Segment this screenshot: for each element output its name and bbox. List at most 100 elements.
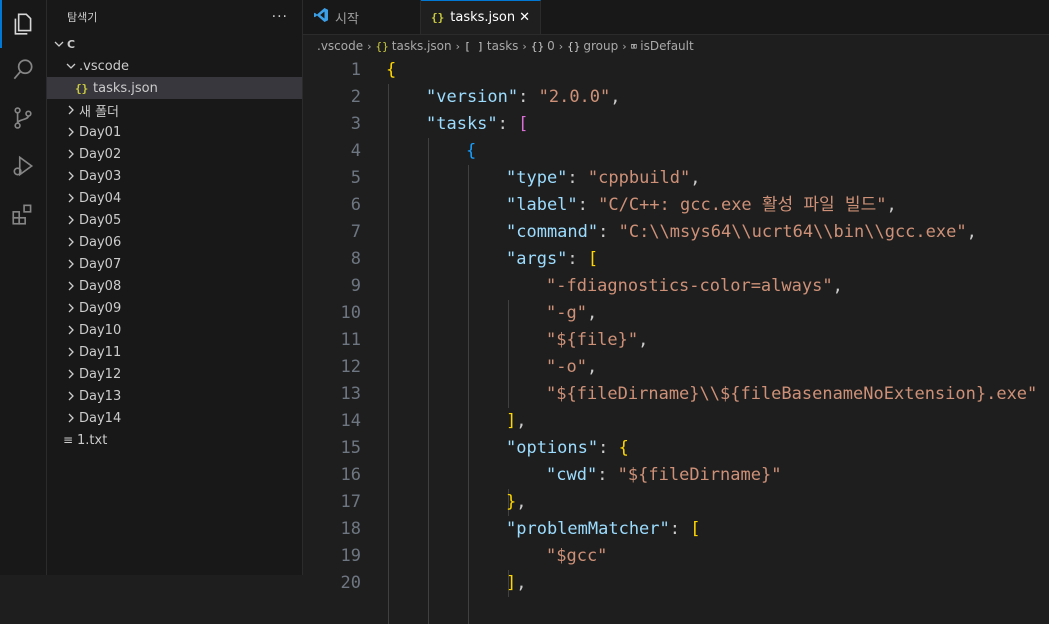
- breadcrumb-item[interactable]: {} 0: [531, 39, 555, 53]
- breadcrumb-item[interactable]: .vscode: [317, 39, 363, 53]
- breadcrumb-item[interactable]: {} group: [567, 39, 618, 53]
- chevron-right-icon: ›: [622, 39, 627, 53]
- code-text: "options": {: [386, 435, 629, 462]
- code-line[interactable]: 13 "${fileDirname}\\${fileBasenameNoExten…: [303, 381, 1049, 408]
- tree-item-label: Day09: [79, 300, 122, 316]
- line-number: 13: [340, 384, 361, 404]
- line-number: 2: [350, 87, 361, 107]
- tree-root-c[interactable]: C: [47, 33, 302, 55]
- tree-root-label: C: [67, 37, 76, 51]
- code-text: {: [386, 138, 476, 165]
- search-icon[interactable]: [0, 46, 46, 94]
- code-token: ,: [966, 222, 977, 242]
- breadcrumb-item[interactable]: ⌧ isDefault: [631, 39, 694, 53]
- tree-item[interactable]: .vscode: [47, 55, 302, 77]
- code-editor[interactable]: 1{2 "version": "2.0.0", 3 "tasks": [4{5 "typ…: [303, 57, 1049, 624]
- code-line[interactable]: 8 "args": [: [303, 246, 1049, 273]
- tree-item[interactable]: Day09: [47, 297, 302, 319]
- chevron-down-icon: [63, 61, 79, 71]
- code-token: "cppbuild": [587, 168, 691, 188]
- tree-item[interactable]: Day13: [47, 385, 302, 407]
- explorer-icon[interactable]: [0, 0, 46, 48]
- tree-item[interactable]: Day07: [47, 253, 302, 275]
- code-line[interactable]: 2 "version": "2.0.0",: [303, 84, 1049, 111]
- tree-item[interactable]: Day12: [47, 363, 302, 385]
- tab-label: tasks.json: [450, 10, 516, 25]
- code-line[interactable]: 15 "options": {: [303, 435, 1049, 462]
- code-line[interactable]: 19 "$gcc": [303, 543, 1049, 570]
- code-line[interactable]: 4{: [303, 138, 1049, 165]
- activity-bar: [0, 0, 47, 575]
- code-line[interactable]: 7 "command": "C:\\msys64\\ucrt64\\bin\\gc…: [303, 219, 1049, 246]
- code-line[interactable]: 18 "problemMatcher": [: [303, 516, 1049, 543]
- tree-item[interactable]: Day06: [47, 231, 302, 253]
- code-line[interactable]: 3 "tasks": [: [303, 111, 1049, 138]
- tree-item-label: Day10: [79, 322, 122, 338]
- tab-tasks-json[interactable]: {} tasks.json ✕: [421, 0, 541, 34]
- code-line[interactable]: 14],: [303, 408, 1049, 435]
- close-icon[interactable]: ✕: [519, 10, 530, 25]
- code-line[interactable]: 10 "-g",: [303, 300, 1049, 327]
- source-control-icon[interactable]: [0, 94, 46, 142]
- tree-item-label: Day02: [79, 146, 122, 162]
- more-actions-button[interactable]: ···: [272, 9, 288, 25]
- sidebar-header: 탐색기 ···: [47, 0, 302, 33]
- code-text: ],: [386, 408, 527, 435]
- tab-label: 시작: [335, 11, 359, 27]
- code-token: ,: [586, 303, 598, 323]
- tree-item[interactable]: {} tasks.json: [47, 77, 302, 99]
- breadcrumb-symbol-icon: {}: [375, 39, 389, 53]
- code-token: "${file}": [546, 330, 639, 350]
- code-line[interactable]: 1{: [303, 57, 1049, 84]
- code-text: "problemMatcher": [: [386, 516, 701, 543]
- chevron-right-icon: [63, 369, 79, 379]
- tab-start[interactable]: 시작: [303, 0, 421, 34]
- chevron-right-icon: [63, 237, 79, 247]
- tree-item-label: 1.txt: [77, 432, 108, 448]
- sidebar-title: 탐색기: [67, 10, 98, 24]
- code-text: "${file}",: [386, 327, 648, 354]
- breadcrumb-symbol-icon: ⌧: [630, 39, 638, 53]
- tree-item[interactable]: Day11: [47, 341, 302, 363]
- code-token: ]: [506, 411, 517, 431]
- tree-item[interactable]: ≡ 1.txt: [47, 429, 302, 451]
- code-line[interactable]: 9 "-fdiagnostics-color=always",: [303, 273, 1049, 300]
- line-number: 10: [340, 303, 361, 323]
- code-line[interactable]: 16 "cwd": "${fileDirname}": [303, 462, 1049, 489]
- tree-item[interactable]: Day08: [47, 275, 302, 297]
- json-icon: {}: [75, 81, 89, 95]
- code-token: "2.0.0": [538, 87, 611, 107]
- code-token: :: [567, 249, 588, 269]
- breadcrumb-item[interactable]: [ ] tasks: [464, 39, 518, 53]
- breadcrumb-item[interactable]: {} tasks.json: [376, 39, 452, 53]
- code-token: "problemMatcher": [506, 519, 670, 539]
- run-debug-icon[interactable]: [0, 142, 46, 190]
- file-tree: .vscode {} tasks.json 새 폴더 Day01 Day02 Day03 Da…: [47, 55, 302, 451]
- code-text: {: [386, 57, 396, 84]
- tree-item[interactable]: Day05: [47, 209, 302, 231]
- code-text: ],: [386, 570, 527, 597]
- code-line[interactable]: 11 "${file}",: [303, 327, 1049, 354]
- tree-item[interactable]: Day02: [47, 143, 302, 165]
- tree-item-label: Day13: [79, 388, 122, 404]
- chevron-right-icon: [63, 325, 79, 335]
- code-line[interactable]: 5 "type": "cppbuild",: [303, 165, 1049, 192]
- chevron-right-icon: [63, 391, 79, 401]
- tree-item[interactable]: Day14: [47, 407, 302, 429]
- tree-item[interactable]: 새 폴더: [47, 99, 302, 121]
- code-token: [: [587, 249, 599, 269]
- tree-item[interactable]: Day10: [47, 319, 302, 341]
- tree-item[interactable]: Day03: [47, 165, 302, 187]
- code-line[interactable]: 6 "label": "C/C++: gcc.exe 활성 파일 빌드",: [303, 192, 1049, 219]
- code-token: {: [386, 60, 397, 80]
- extensions-icon[interactable]: [0, 190, 46, 238]
- code-line[interactable]: 17},: [303, 489, 1049, 516]
- code-token: :: [598, 222, 619, 242]
- code-line[interactable]: 20],: [303, 570, 1049, 597]
- code-line[interactable]: 12 "-o",: [303, 354, 1049, 381]
- tree-item[interactable]: Day04: [47, 187, 302, 209]
- chevron-right-icon: [63, 193, 79, 203]
- tree-item[interactable]: Day01: [47, 121, 302, 143]
- breadcrumb-label: tasks: [486, 39, 519, 53]
- json-icon: {}: [431, 11, 445, 24]
